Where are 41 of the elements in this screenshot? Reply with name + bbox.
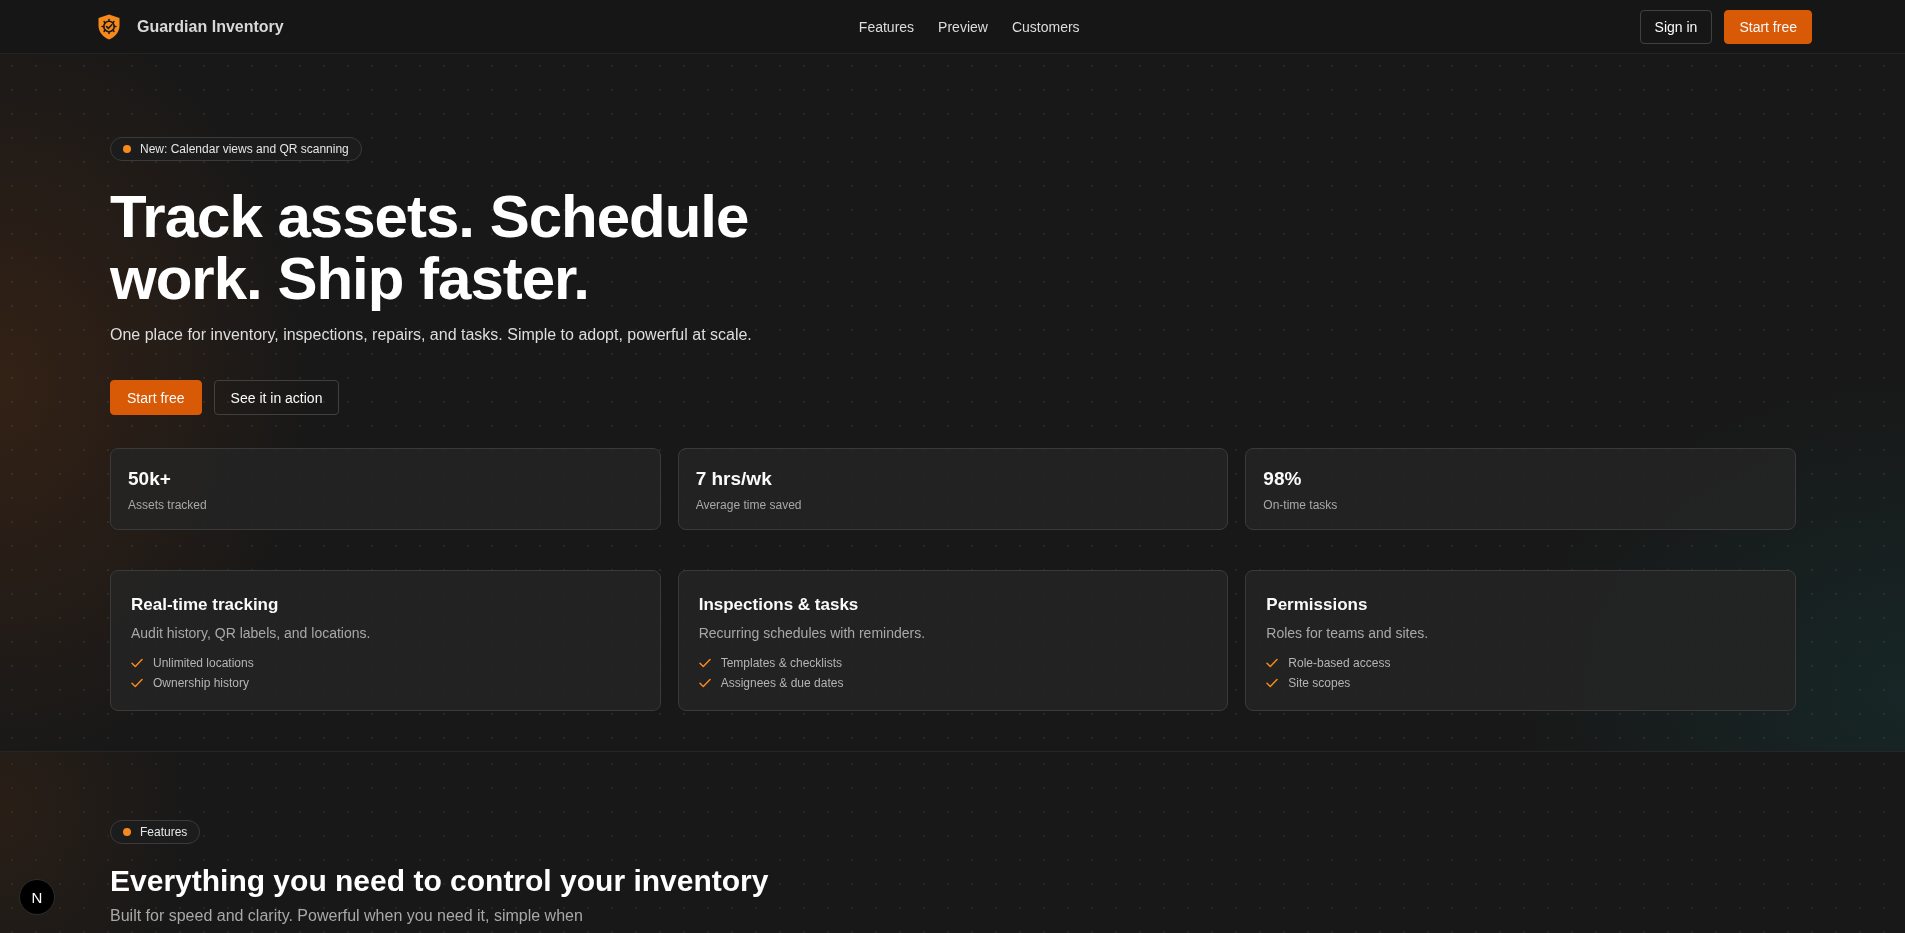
feature-description: Roles for teams and sites. [1266,624,1430,643]
feature-title: Inspections & tasks [698,594,860,616]
feature-point: Ownership history [153,676,250,690]
stat-value: 50k+ [128,467,172,491]
check-icon [131,678,143,688]
sign-in-button[interactable]: Sign in [1639,9,1713,44]
check-icon [131,658,143,668]
feature-description: Recurring schedules with reminders. [698,624,927,643]
check-icon [1266,678,1279,688]
stat-label: Average time saved [695,497,803,513]
check-icon [698,658,711,668]
badge-text: Features [140,825,188,839]
feature-point: Site scopes [1288,676,1351,690]
nav-link[interactable]: Customers [1011,18,1080,35]
stat-label: Assets tracked [128,497,208,513]
hero-subtitle: One place for inventory, inspections, repairs, and tasks. Simple to adopt, powerful at scale. [110,325,753,345]
check-icon [698,678,711,688]
feature-point: Assignees & due dates [720,676,844,690]
stat-label: On-time tasks [1263,497,1339,513]
shield-logo-icon [98,13,120,40]
brand-name: Guardian Inventory [137,17,284,36]
stat-value: 98% [1263,467,1303,491]
feature-description: Audit history, QR labels, and locations. [131,624,372,643]
hero-headline: Track assets. Schedule work. Ship faster. [110,186,750,310]
feature-point: Unlimited locations [153,656,254,670]
badge-text: New: Calendar views and QR scanning [140,142,349,156]
section-heading: Everything you need to control your inventory [110,863,770,899]
dot-icon [123,828,131,836]
stat-value: 7 hrs/wk [695,467,773,491]
section-subtitle: Built for speed and clarity. Powerful when you need it, simple when [110,906,584,926]
feature-title: Permissions [1266,594,1369,616]
feature-title: Real-time tracking [131,594,280,616]
nav-link[interactable]: Preview [938,18,988,35]
feature-point: Role-based access [1288,656,1391,670]
check-icon [1266,658,1279,668]
start-free-button[interactable]: Start free [1724,9,1812,44]
nav-link[interactable]: Features [858,18,915,35]
demo-button[interactable]: See it in action [213,380,340,415]
start-free-button[interactable]: Start free [110,380,202,415]
feature-point: Templates & checklists [720,656,843,670]
dot-icon [123,145,131,153]
